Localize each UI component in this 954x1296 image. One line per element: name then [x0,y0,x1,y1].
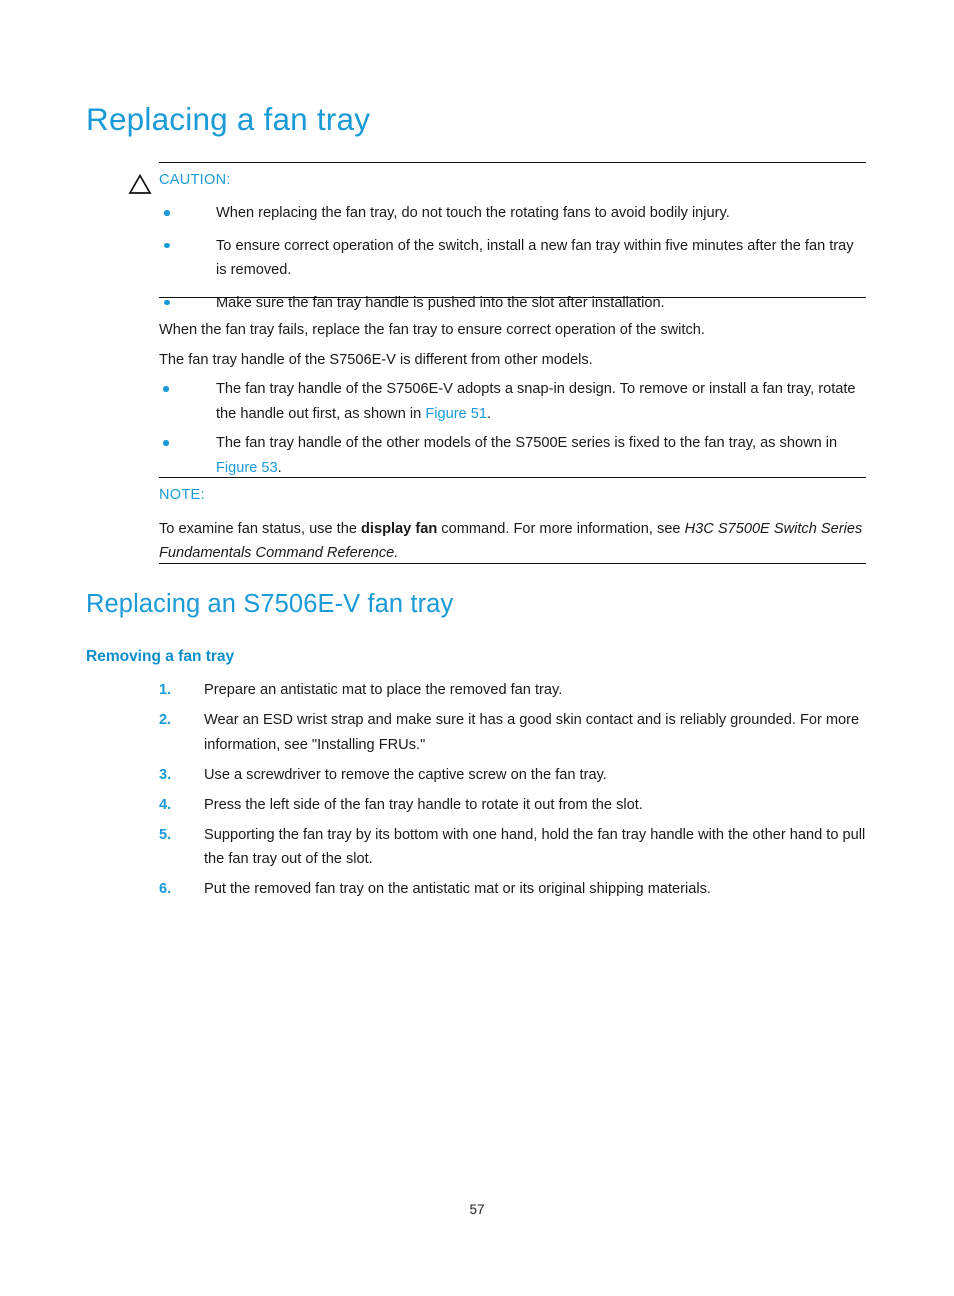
section-subheading: Removing a fan tray [86,648,235,665]
step-number: 2. [159,712,172,728]
removal-steps-list: 1. Prepare an antistatic mat to place th… [159,678,877,907]
step-number: 6. [159,881,172,897]
list-item-text: To ensure correct operation of the switc… [216,237,854,279]
page-title: Replacing a fan tray [86,101,371,137]
section-heading: Replacing an S7506E-V fan tray [86,590,454,618]
step-text: Put the removed fan tray on the antistat… [204,881,711,897]
bullet-dot-icon [164,299,170,305]
list-item: 5. Supporting the fan tray by its bottom… [159,823,877,872]
list-item-text-post: . [277,459,282,476]
document-page: Replacing a fan tray CAUTION: When repla… [0,0,954,1296]
list-item: The fan tray handle of the S7506E-V adop… [159,377,879,426]
caution-block: CAUTION: [159,162,866,190]
caution-label: CAUTION: [159,172,231,188]
list-item-text-pre: The fan tray handle of the other models … [216,435,838,451]
caution-bullet-list: When replacing the fan tray, do not touc… [159,201,866,323]
list-item-text-post: . [486,405,492,422]
list-item: When replacing the fan tray, do not touc… [159,201,866,226]
note-text: To examine fan status, use the display f… [159,517,866,565]
note-command: display fan [361,521,438,537]
warning-triangle-icon [128,173,152,194]
step-text: Use a screwdriver to remove the captive … [204,766,607,783]
step-number: 4. [159,796,172,813]
note-text-mid: command. For more information, see [437,521,685,537]
bullet-dot-icon [164,210,170,216]
bullet-dot-icon [164,242,170,248]
list-item: To ensure correct operation of the switc… [159,234,866,283]
list-item-text-pre: The fan tray handle of the S7506E-V adop… [216,381,856,422]
step-text: Prepare an antistatic mat to place the r… [204,682,563,698]
intro-paragraph-2: The fan tray handle of the S7506E-V is d… [159,352,593,368]
figure-51-link[interactable]: Figure 51 [425,406,487,422]
page-number: 57 [469,1202,485,1217]
bullet-dot-icon [163,386,169,392]
note-rule-bottom [159,563,866,564]
list-item: The fan tray handle of the other models … [159,431,879,480]
list-item: 4. Press the left side of the fan tray h… [159,793,877,818]
list-item-text: When replacing the fan tray, do not touc… [216,205,730,221]
step-number: 5. [159,826,172,843]
list-item: 6. Put the removed fan tray on the antis… [159,877,877,902]
list-item: Make sure the fan tray handle is pushed … [159,291,866,316]
note-block: NOTE: [159,477,866,505]
step-number: 1. [159,682,172,698]
intro-paragraph-1: When the fan tray fails, replace the fan… [159,322,705,338]
step-text: Wear an ESD wrist strap and make sure it… [204,712,860,753]
model-bullet-list: The fan tray handle of the S7506E-V adop… [159,377,879,483]
list-item: 1. Prepare an antistatic mat to place th… [159,678,877,703]
note-text-pre: To examine fan status, use the [159,521,361,537]
caution-rule-bottom [159,297,866,298]
note-label: NOTE: [159,487,205,503]
note-block-footer [159,563,866,564]
caution-block-footer [159,297,866,298]
step-text: Supporting the fan tray by its bottom wi… [204,826,866,868]
list-item: 2. Wear an ESD wrist strap and make sure… [159,708,877,757]
step-text: Press the left side of the fan tray hand… [204,796,643,813]
bullet-dot-icon [163,440,169,446]
step-number: 3. [159,766,172,783]
figure-53-link[interactable]: Figure 53 [216,460,278,476]
list-item: 3. Use a screwdriver to remove the capti… [159,763,877,788]
